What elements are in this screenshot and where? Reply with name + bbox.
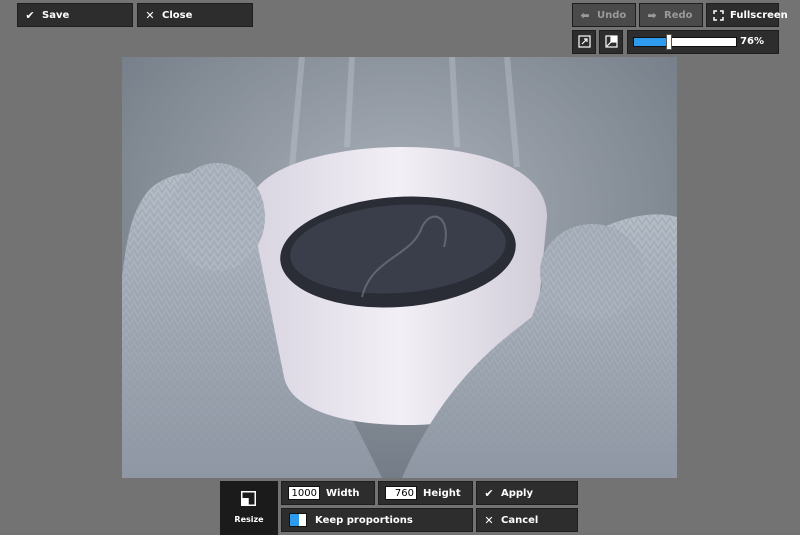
fullscreen-button-label: Fullscreen (730, 9, 788, 21)
zoom-actual-size-button[interactable] (599, 30, 623, 54)
close-icon: ✕ (145, 8, 155, 22)
close-icon: ✕ (484, 513, 494, 527)
undo-button[interactable]: ⬅ Undo (572, 3, 636, 27)
height-label: Height (423, 487, 461, 499)
width-input[interactable] (288, 486, 320, 500)
width-control: Width (281, 481, 375, 505)
keep-proportions-toggle[interactable] (289, 513, 307, 527)
zoom-panel: 76% (627, 30, 779, 54)
fullscreen-button[interactable]: Fullscreen (706, 3, 788, 27)
save-button[interactable]: ✔ Save (17, 3, 133, 27)
keep-proportions-label: Keep proportions (315, 514, 413, 526)
width-label: Width (326, 487, 360, 499)
arrow-left-icon: ⬅ (580, 8, 590, 22)
check-icon: ✔ (25, 8, 35, 22)
check-icon: ✔ (484, 486, 494, 500)
cancel-button-label: Cancel (501, 514, 539, 526)
redo-button[interactable]: ➡ Redo (639, 3, 703, 27)
apply-button-label: Apply (501, 487, 534, 499)
height-input[interactable] (385, 486, 417, 500)
resize-tool-button[interactable]: Resize (220, 481, 278, 535)
cancel-button[interactable]: ✕ Cancel (476, 508, 578, 532)
zoom-value: 76% (740, 36, 764, 47)
actual-size-icon (604, 33, 618, 52)
resize-tool-label: Resize (234, 515, 264, 524)
close-button[interactable]: ✕ Close (137, 3, 253, 27)
close-button-label: Close (162, 9, 193, 21)
arrow-right-icon: ➡ (647, 8, 657, 22)
save-button-label: Save (42, 9, 70, 21)
coffee-photo (122, 57, 677, 478)
undo-button-label: Undo (597, 9, 627, 21)
zoom-slider-handle[interactable] (665, 34, 672, 50)
zoom-fit-button[interactable] (572, 30, 596, 54)
keep-proportions-control[interactable]: Keep proportions (281, 508, 473, 532)
zoom-slider-fill (634, 38, 669, 46)
apply-button[interactable]: ✔ Apply (476, 481, 578, 505)
fullscreen-icon (713, 9, 724, 21)
toggle-knob-icon (299, 514, 306, 526)
fit-icon (577, 33, 591, 52)
height-control: Height (378, 481, 473, 505)
resize-icon (241, 491, 256, 510)
image-canvas[interactable] (122, 57, 677, 478)
zoom-slider[interactable] (633, 34, 737, 50)
redo-button-label: Redo (664, 9, 693, 21)
